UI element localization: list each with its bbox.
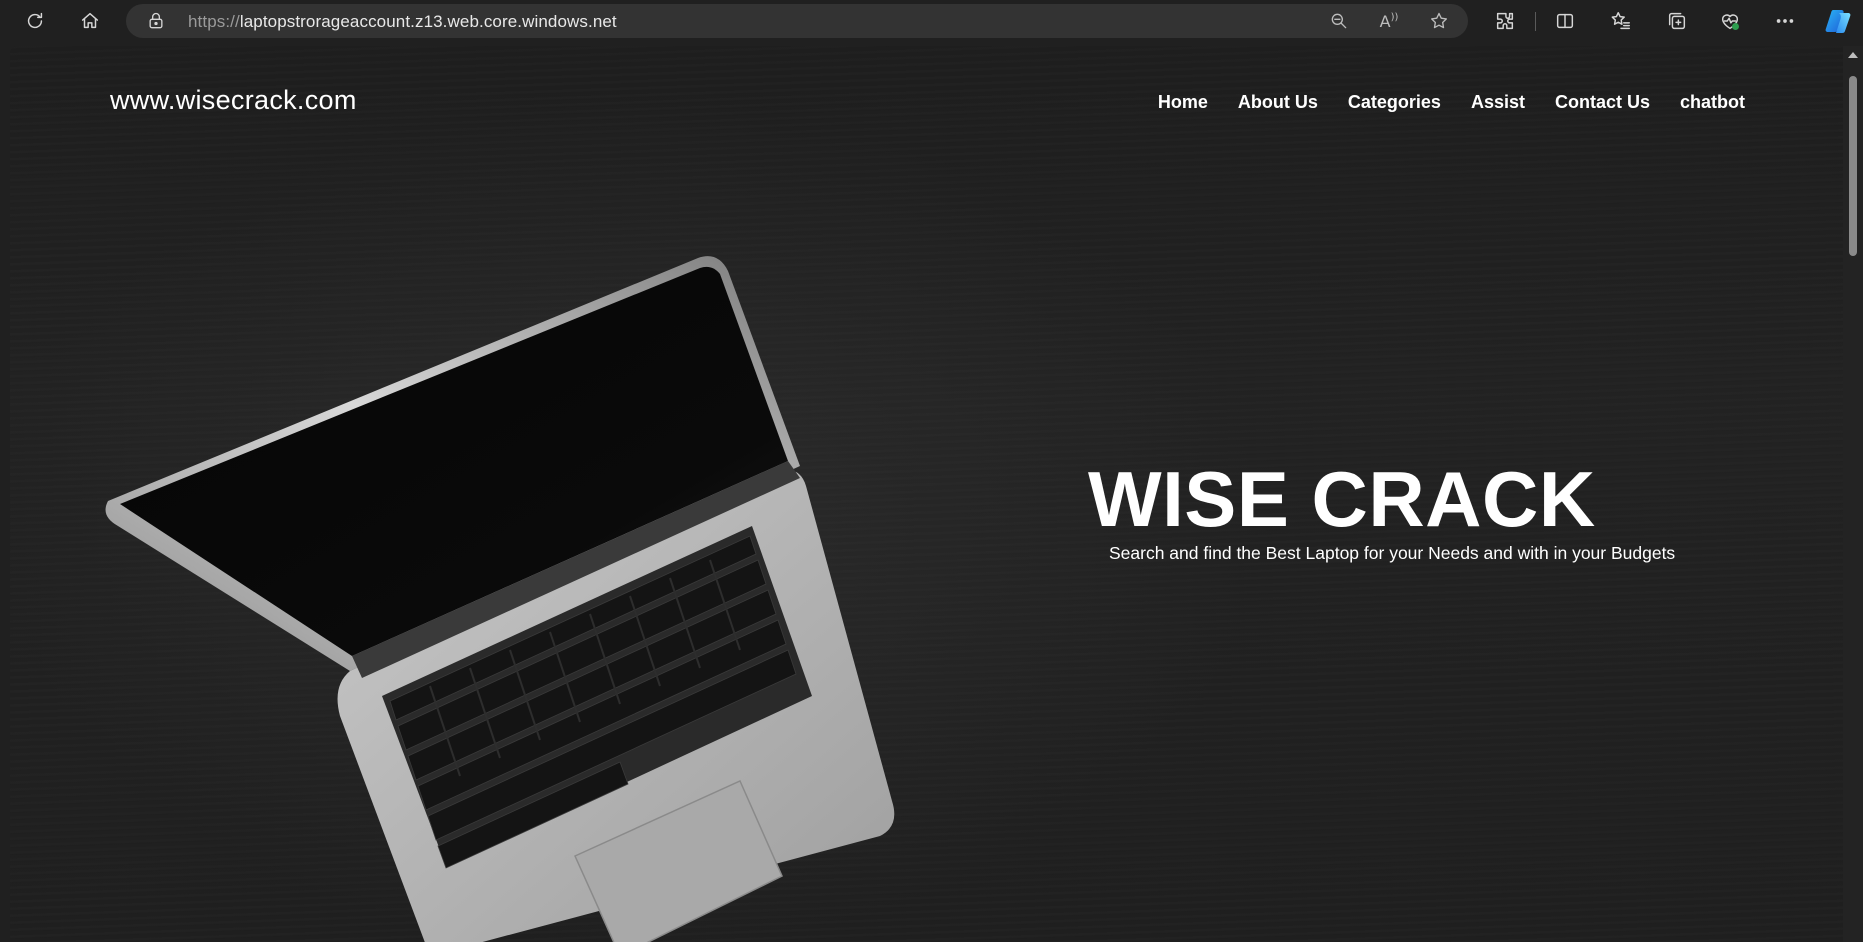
main-nav: Home About Us Categories Assist Contact … [1158, 92, 1745, 113]
lock-icon[interactable] [146, 11, 166, 31]
scrollbar-thumb[interactable] [1849, 76, 1857, 256]
address-bar[interactable]: https://laptopstrorageaccount.z13.web.co… [126, 4, 1468, 38]
extensions-icon[interactable] [1488, 6, 1522, 36]
read-aloud-icon[interactable]: A)) [1376, 9, 1402, 33]
browser-toolbar: https://laptopstrorageaccount.z13.web.co… [0, 0, 1863, 42]
nav-item-chatbot[interactable]: chatbot [1680, 92, 1745, 113]
home-icon[interactable] [73, 6, 107, 36]
hero-title: WISE CRACK [1088, 455, 1596, 543]
nav-item-contact-us[interactable]: Contact Us [1555, 92, 1650, 113]
favorite-star-icon[interactable] [1426, 9, 1452, 33]
more-icon[interactable] [1768, 6, 1802, 36]
page-viewport: www.wisecrack.com Home About Us Categori… [10, 46, 1843, 942]
laptop-image [105, 256, 895, 942]
collections-icon[interactable] [1660, 6, 1694, 36]
nav-item-home[interactable]: Home [1158, 92, 1208, 113]
page-scrollbar[interactable] [1843, 46, 1863, 942]
hero-subtitle: Search and find the Best Laptop for your… [1109, 543, 1676, 563]
split-screen-icon[interactable] [1548, 6, 1582, 36]
copilot-icon[interactable] [1824, 6, 1854, 36]
zoom-out-icon[interactable] [1326, 9, 1352, 33]
url-text[interactable]: https://laptopstrorageaccount.z13.web.co… [188, 12, 617, 32]
toolbar-divider [1535, 12, 1536, 31]
site-logo[interactable]: www.wisecrack.com [110, 85, 357, 116]
browser-essentials-icon[interactable] [1713, 6, 1747, 36]
nav-item-assist[interactable]: Assist [1471, 92, 1525, 113]
refresh-icon[interactable] [18, 6, 52, 36]
nav-item-categories[interactable]: Categories [1348, 92, 1441, 113]
favorites-icon[interactable] [1604, 6, 1638, 36]
nav-item-about-us[interactable]: About Us [1238, 92, 1318, 113]
scroll-up-arrow-icon[interactable] [1848, 52, 1858, 58]
